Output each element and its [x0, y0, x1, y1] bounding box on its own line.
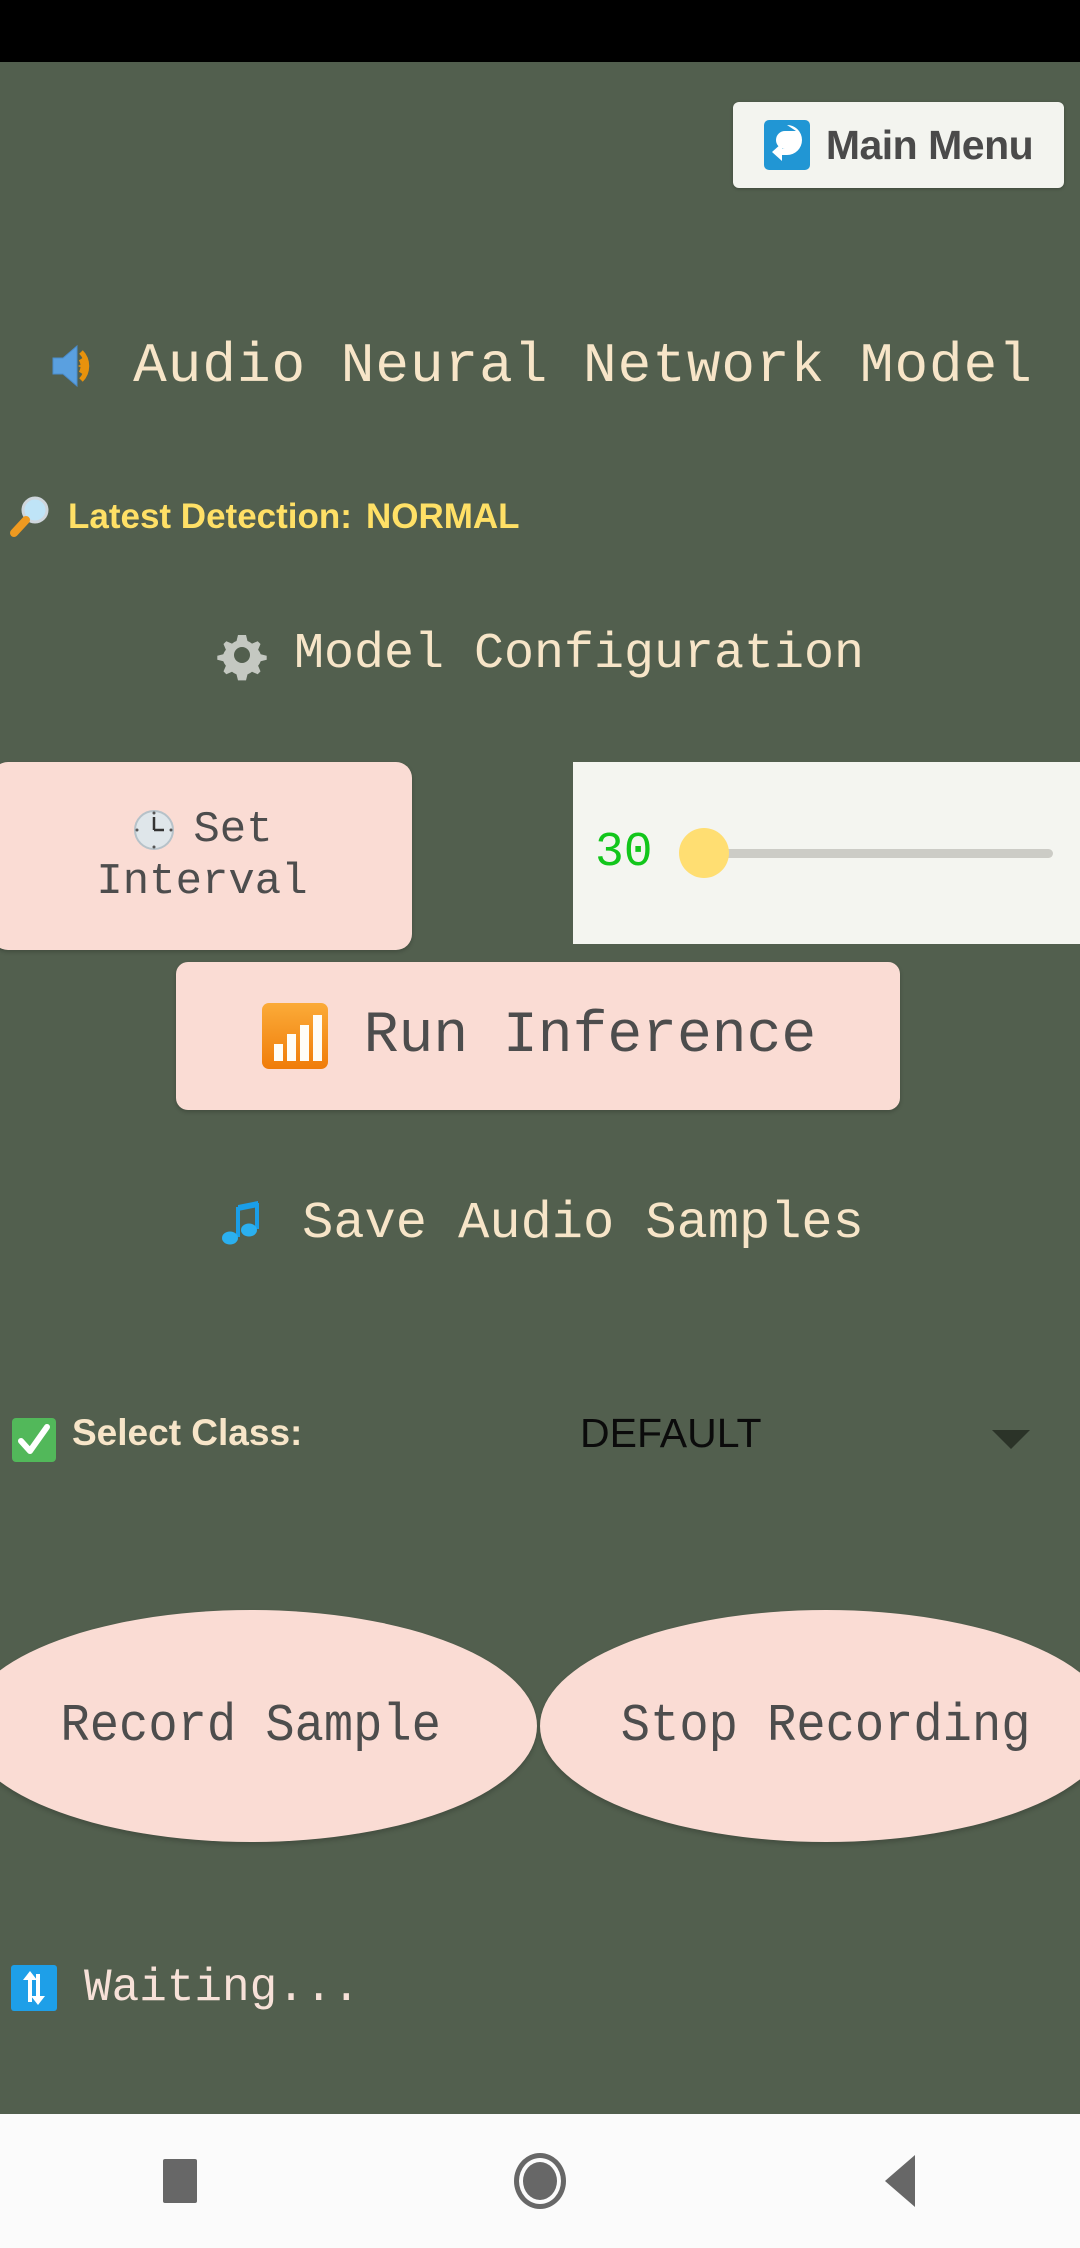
gear-icon: [216, 629, 268, 681]
recents-button[interactable]: [110, 2114, 250, 2248]
music-notes-icon: [216, 1195, 274, 1253]
interval-slider-value: 30: [595, 826, 653, 880]
back-button[interactable]: [830, 2114, 970, 2248]
record-sample-button[interactable]: Record Sample: [0, 1610, 537, 1842]
home-button[interactable]: [470, 2114, 610, 2248]
set-interval-label-line1: Set: [193, 805, 273, 855]
page-title: Audio Neural Network Model: [0, 334, 1080, 398]
return-arrow-icon: [763, 120, 810, 170]
android-navigation-bar: [0, 2114, 1080, 2248]
record-sample-label: Record Sample: [60, 1696, 442, 1756]
stop-recording-label: Stop Recording: [621, 1696, 1031, 1756]
main-menu-button[interactable]: Main Menu: [733, 102, 1064, 188]
set-interval-button[interactable]: Set Interval: [0, 762, 412, 950]
page-title-text: Audio Neural Network Model: [133, 334, 1033, 398]
system-status-bar: [0, 0, 1080, 62]
refresh-arrows-icon: [10, 1964, 58, 2012]
select-class-value[interactable]: DEFAULT: [580, 1410, 762, 1457]
latest-detection-row: Latest Detection: NORMAL: [8, 494, 520, 540]
save-audio-samples-label: Save Audio Samples: [302, 1194, 864, 1253]
speaker-loud-icon: [47, 336, 107, 396]
slider-thumb[interactable]: [678, 828, 729, 878]
run-inference-label: Run Inference: [363, 1003, 817, 1069]
select-class-row[interactable]: Select Class: DEFAULT: [0, 1410, 1080, 1486]
bar-chart-icon: [260, 1001, 330, 1071]
interval-slider[interactable]: [678, 827, 1080, 879]
check-mark-icon: [10, 1416, 58, 1464]
chevron-down-icon[interactable]: [992, 1430, 1030, 1449]
clock-icon: [131, 807, 177, 853]
triangle-back-icon: [885, 2155, 915, 2207]
status-text: Waiting...: [84, 1962, 361, 2014]
set-interval-label-line2: Interval: [96, 857, 308, 907]
main-menu-label: Main Menu: [825, 121, 1034, 168]
interval-slider-panel[interactable]: 30: [573, 762, 1080, 944]
latest-detection-value: NORMAL: [365, 497, 520, 536]
status-row: Waiting...: [10, 1962, 360, 2014]
app-surface: Main Menu Audio Neural Network Model Lat…: [0, 62, 1080, 2114]
model-configuration-heading: Model Configuration: [0, 626, 1080, 683]
model-configuration-text: Model Configuration: [293, 626, 865, 683]
save-audio-samples-row[interactable]: Save Audio Samples: [0, 1194, 1080, 1253]
magnifying-glass-icon: [8, 494, 54, 540]
run-inference-button[interactable]: Run Inference: [176, 962, 900, 1110]
square-icon: [163, 2159, 197, 2203]
latest-detection-label: Latest Detection:: [68, 497, 352, 536]
slider-track: [712, 848, 1053, 858]
select-class-label: Select Class:: [72, 1412, 303, 1453]
stop-recording-button[interactable]: Stop Recording: [540, 1610, 1080, 1842]
circle-icon: [514, 2153, 566, 2209]
